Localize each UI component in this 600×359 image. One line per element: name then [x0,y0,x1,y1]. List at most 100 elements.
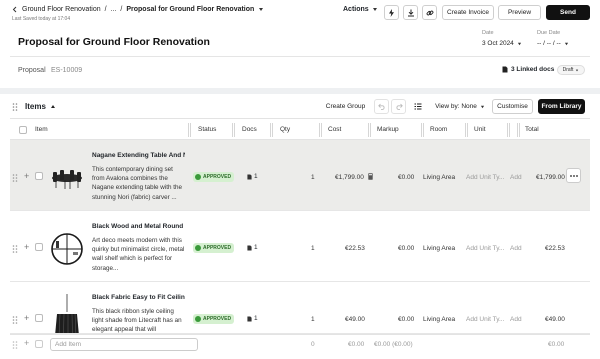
docs-count[interactable]: 1 [247,244,258,251]
list-view-button[interactable] [410,99,425,114]
link-icon [426,9,434,17]
column-resizer[interactable] [368,123,371,137]
create-invoice-button[interactable]: Create Invoice [442,5,494,20]
extra-cell[interactable]: Add [510,245,522,252]
lightning-icon [388,8,395,17]
breadcrumb-ellipsis[interactable]: ... [111,6,117,13]
linked-docs-button[interactable]: 3 Linked docs [502,66,554,73]
select-all-checkbox[interactable] [19,126,27,134]
unit-cell[interactable]: Add Unit Ty... [466,316,504,323]
drag-handle-icon[interactable] [12,103,18,111]
room-cell[interactable]: Living Area [423,316,455,323]
actions-dropdown[interactable]: Actions [343,6,378,13]
col-unit[interactable]: Unit [474,126,486,133]
column-resizer[interactable] [517,123,520,137]
col-markup[interactable]: Markup [377,126,399,133]
from-library-button[interactable]: From Library [538,99,585,114]
table-row[interactable]: + Black Fabric Easy to Fit Ceiling ... T… [10,282,590,334]
room-cell[interactable]: Living Area [423,245,455,252]
add-item-input[interactable]: Add Item [50,338,198,351]
add-item-row: + Add Item 0 €0.00 €0.00 (€0.00) €0.00 [10,334,590,354]
footer-total: €0.00 [548,341,565,348]
col-cost[interactable]: Cost [328,126,341,133]
quick-action-button[interactable] [384,5,399,20]
document-icon [502,66,508,73]
qty-cell[interactable]: 1 [311,245,315,252]
table-row[interactable]: + Nagane Extending Table And N... This c… [10,140,590,211]
add-subitem-icon[interactable]: + [24,171,29,181]
last-saved-text: Last Saved today at 17:04 [12,16,71,22]
drag-handle-icon[interactable] [12,174,18,182]
status-badge[interactable]: APPROVED [193,172,235,182]
col-item[interactable]: Item [35,126,48,133]
row-checkbox[interactable] [35,314,43,322]
column-resizer[interactable] [232,123,235,137]
item-name[interactable]: Black Fabric Easy to Fit Ceiling ... [92,294,185,301]
unit-cell[interactable]: Add Unit Ty... [466,245,504,252]
redo-button[interactable] [391,99,406,114]
column-resizer[interactable] [188,123,191,137]
cost-cell[interactable]: €1,799.00 [335,174,364,181]
copy-link-button[interactable] [422,5,437,20]
column-resizer[interactable] [319,123,322,137]
cost-cell[interactable]: €22.53 [345,245,365,252]
row-checkbox[interactable] [35,172,43,180]
column-resizer[interactable] [421,123,424,137]
row-checkbox[interactable] [35,340,43,348]
drag-handle-icon[interactable] [12,316,18,324]
item-name[interactable]: Black Wood and Metal Round ... [92,223,185,230]
column-resizer[interactable] [507,123,510,137]
breadcrumb-current[interactable]: Proposal for Ground Floor Renovation [126,6,254,13]
status-badge[interactable]: APPROVED [193,243,235,253]
date-field[interactable]: 3 Oct 2024 [482,40,522,47]
docs-count[interactable]: 1 [247,173,258,180]
unit-cell[interactable]: Add Unit Ty... [466,174,504,181]
breadcrumb-project[interactable]: Ground Floor Renovation [22,6,101,13]
column-resizer[interactable] [270,123,273,137]
drag-handle-icon[interactable] [12,245,18,253]
extra-cell[interactable]: Add [510,174,522,181]
preview-button[interactable]: Preview [498,5,541,20]
back-icon[interactable] [12,6,18,13]
redo-icon [395,103,403,110]
col-total[interactable]: Total [525,126,539,133]
status-badge[interactable]: APPROVED [193,314,235,324]
send-button[interactable]: Send [546,5,590,20]
item-name[interactable]: Nagane Extending Table And N... [92,152,185,159]
download-button[interactable] [403,5,418,20]
qty-cell[interactable]: 1 [311,316,315,323]
row-checkbox[interactable] [35,243,43,251]
col-docs[interactable]: Docs [242,126,257,133]
table-row[interactable]: + Black Wood and Metal Round ... Art dec… [10,211,590,282]
extra-cell[interactable]: Add [510,316,522,323]
col-room[interactable]: Room [430,126,447,133]
document-icon [247,316,252,322]
document-icon [247,245,252,251]
drag-handle-icon[interactable] [12,341,18,349]
create-group-button[interactable]: Create Group [323,99,368,114]
due-date-field[interactable]: -- / -- / -- [537,40,569,47]
col-status[interactable]: Status [198,126,216,133]
col-qty[interactable]: Qty [280,126,290,133]
cost-cell[interactable]: €49.00 [345,316,365,323]
markup-cell[interactable]: €0.00 [398,245,414,252]
add-subitem-icon[interactable]: + [24,313,29,323]
product-image [48,290,86,333]
markup-cell[interactable]: €0.00 [398,174,414,181]
docs-count[interactable]: 1 [247,315,258,322]
markup-cell[interactable]: €0.00 [398,316,414,323]
customise-button[interactable]: Customise [492,99,533,114]
calculator-icon[interactable] [368,173,373,180]
qty-cell[interactable]: 1 [311,174,315,181]
room-cell[interactable]: Living Area [423,174,455,181]
view-by-dropdown[interactable]: View by: None [430,99,490,114]
chevron-down-icon[interactable] [258,7,264,12]
items-section-toggle[interactable]: Items [25,102,56,111]
add-icon[interactable]: + [24,338,29,348]
status-badge[interactable]: Draft [557,65,585,75]
add-subitem-icon[interactable]: + [24,242,29,252]
more-options-button[interactable] [566,168,581,183]
column-resizer[interactable] [465,123,468,137]
document-icon [247,174,252,180]
undo-button[interactable] [374,99,389,114]
